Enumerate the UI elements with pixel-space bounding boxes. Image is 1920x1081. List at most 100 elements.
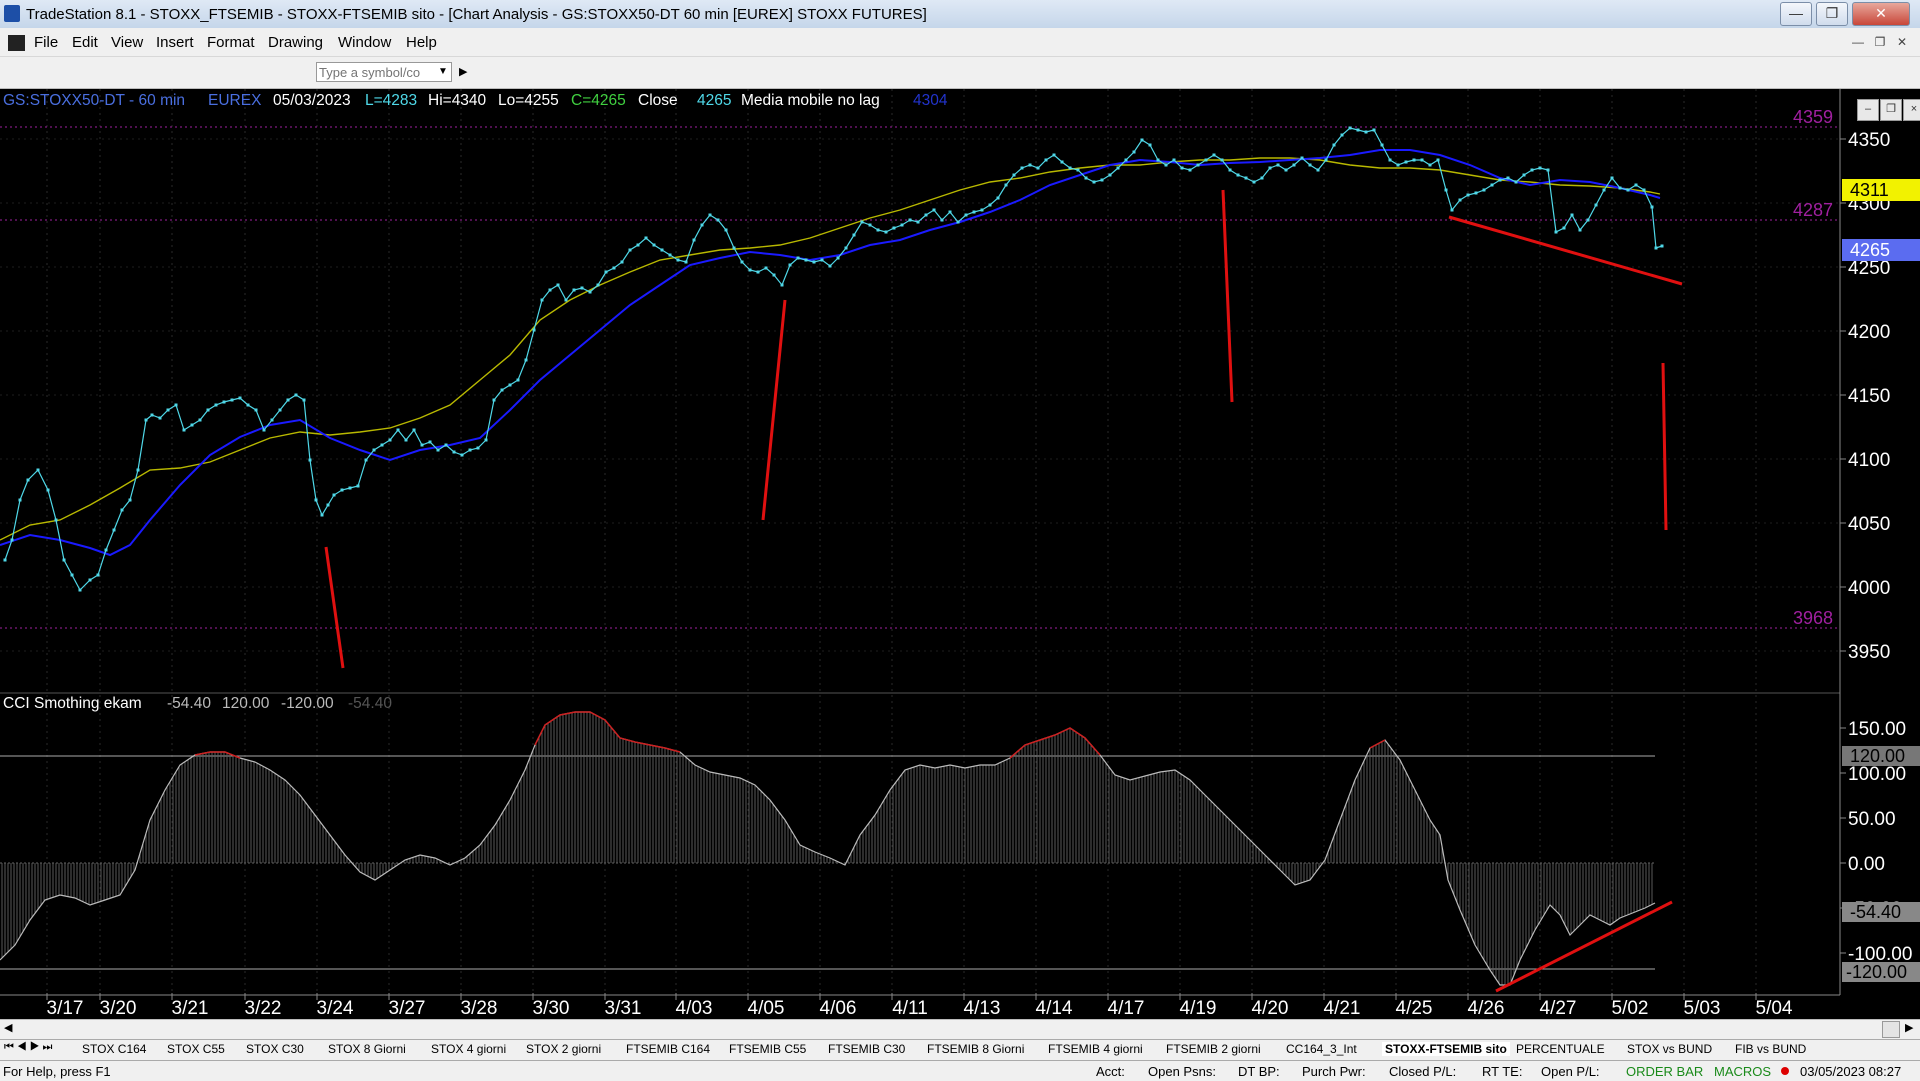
price-marker (1332, 143, 1336, 147)
price-marker (1506, 176, 1510, 180)
price-marker (444, 443, 448, 447)
tab-ftsemib-c55[interactable]: FTSEMIB C55 (729, 1042, 806, 1056)
price-marker (884, 230, 888, 234)
price-marker (1156, 158, 1160, 162)
price-marker (198, 418, 202, 422)
tab-percentuale[interactable]: PERCENTUALE (1516, 1042, 1605, 1056)
price-marker (1188, 168, 1192, 172)
price-marker (262, 428, 266, 432)
price-marker (1514, 180, 1518, 184)
price-marker (1004, 183, 1008, 187)
price-marker (174, 403, 178, 407)
mdi-close-button[interactable]: ✕ (1893, 33, 1911, 51)
date-tick: 4/20 (1252, 998, 1289, 1019)
price-marker (1324, 158, 1328, 162)
menu-view[interactable]: View (111, 34, 143, 51)
tab-fib-vs-bund[interactable]: FIB vs BUND (1735, 1042, 1806, 1056)
symbol-dropdown-icon[interactable]: ▼ (438, 66, 448, 77)
price-marker (644, 236, 648, 240)
price-marker (1602, 188, 1606, 192)
scroll-thumb[interactable] (1882, 1021, 1900, 1038)
mdi-minimize-button[interactable]: — (1849, 33, 1867, 51)
cci-tick: 0.00 (1848, 854, 1885, 875)
pane-close-button[interactable]: × (1903, 99, 1920, 121)
cci-tick: 150.00 (1848, 719, 1906, 740)
price-marker (1292, 163, 1296, 167)
mdi-restore-button[interactable]: ❐ (1871, 33, 1889, 51)
menu-drawing[interactable]: Drawing (268, 34, 323, 51)
price-marker (1626, 188, 1630, 192)
price-marker (3, 558, 7, 562)
date-tick: 4/21 (1324, 998, 1361, 1019)
tab-stoxx-ftsemib-sito[interactable]: STOXX-FTSEMIB sito (1382, 1042, 1510, 1056)
maximize-button[interactable]: ❐ (1816, 2, 1848, 26)
price-tick: 4000 (1848, 578, 1890, 599)
price-marker (1028, 163, 1032, 167)
tab-ftsemib-2-giorni[interactable]: FTSEMIB 2 giorni (1166, 1042, 1261, 1056)
price-marker (380, 443, 384, 447)
tab-cc164-3-int[interactable]: CC164_3_Int (1286, 1042, 1357, 1056)
menu-help[interactable]: Help (406, 34, 437, 51)
price-marker (572, 288, 576, 292)
tab-stox-2-giorni[interactable]: STOX 2 giorni (526, 1042, 601, 1056)
menu-window[interactable]: Window (338, 34, 391, 51)
toolbar (0, 58, 1920, 89)
horizontal-scrollbar[interactable]: ◀ ▶ (0, 1019, 1920, 1038)
status-order-bar[interactable]: ORDER BAR (1626, 1064, 1703, 1079)
menu-insert[interactable]: Insert (156, 34, 194, 51)
tab-stox-8-giorni[interactable]: STOX 8 Giorni (328, 1042, 406, 1056)
status-bar: For Help, press F1 Acct: Open Psns: DT B… (0, 1060, 1920, 1081)
scroll-right-icon[interactable]: ▶ (1905, 1021, 1913, 1034)
tab-stox-4-giorni[interactable]: STOX 4 giorni (431, 1042, 506, 1056)
date-tick: 4/17 (1108, 998, 1145, 1019)
tab-stox-c164[interactable]: STOX C164 (82, 1042, 146, 1056)
price-marker (564, 298, 568, 302)
price-marker (54, 518, 58, 522)
price-marker (1466, 193, 1470, 197)
tab-stox-c55[interactable]: STOX C55 (167, 1042, 225, 1056)
menu-format[interactable]: Format (207, 34, 255, 51)
price-marker (948, 210, 952, 214)
price-marker (18, 498, 22, 502)
status-macros[interactable]: MACROS (1714, 1064, 1771, 1079)
price-marker (964, 213, 968, 217)
pane-restore-button[interactable]: ❐ (1880, 99, 1902, 121)
price-marker (340, 488, 344, 492)
price-marker (1220, 158, 1224, 162)
price-marker (286, 398, 290, 402)
price-marker (46, 488, 50, 492)
price-marker (128, 498, 132, 502)
status-help: For Help, press F1 (3, 1064, 111, 1079)
price-tick: 4250 (1848, 258, 1890, 279)
chart-legend: GS:STOXX50-DT - 60 min EUREX 05/03/2023 … (3, 92, 948, 109)
window-title: TradeStation 8.1 - STOXX_FTSEMIB - STOXX… (26, 5, 927, 23)
tab-stox-c30[interactable]: STOX C30 (246, 1042, 304, 1056)
tab-nav-icons[interactable]: ⏮◀▶⏭ (4, 1041, 55, 1054)
price-marker (112, 528, 116, 532)
price-marker (956, 220, 960, 224)
tab-ftsemib-c30[interactable]: FTSEMIB C30 (828, 1042, 905, 1056)
price-marker (206, 408, 210, 412)
chart-area[interactable]: 4350 4300 4250 4200 4150 4100 4050 4000 3950 150.… (0, 89, 1920, 1019)
status-clock: 03/05/2023 08:27 (1800, 1064, 1902, 1079)
scroll-left-icon[interactable]: ◀ (4, 1021, 12, 1034)
price-marker (508, 383, 512, 387)
minimize-button[interactable]: — (1780, 2, 1812, 26)
close-button[interactable]: ✕ (1852, 2, 1910, 26)
menu-file[interactable]: File (34, 34, 58, 51)
tab-stox-vs-bund[interactable]: STOX vs BUND (1627, 1042, 1712, 1056)
pane-minimize-button[interactable]: – (1857, 99, 1879, 121)
price-marker (868, 223, 872, 227)
price-marker (724, 228, 728, 232)
price-marker (136, 468, 140, 472)
tab-ftsemib-4-giorni[interactable]: FTSEMIB 4 giorni (1048, 1042, 1143, 1056)
price-marker (158, 416, 162, 420)
tab-ftsemib-c164[interactable]: FTSEMIB C164 (626, 1042, 710, 1056)
symbol-input[interactable] (316, 62, 452, 82)
date-tick: 3/21 (172, 998, 209, 1019)
price-marker (1076, 168, 1080, 172)
tab-ftsemib-8-giorni[interactable]: FTSEMIB 8 Giorni (927, 1042, 1024, 1056)
price-marker (1132, 150, 1136, 154)
go-arrow-icon[interactable]: ▶ (459, 65, 467, 78)
menu-edit[interactable]: Edit (72, 34, 98, 51)
